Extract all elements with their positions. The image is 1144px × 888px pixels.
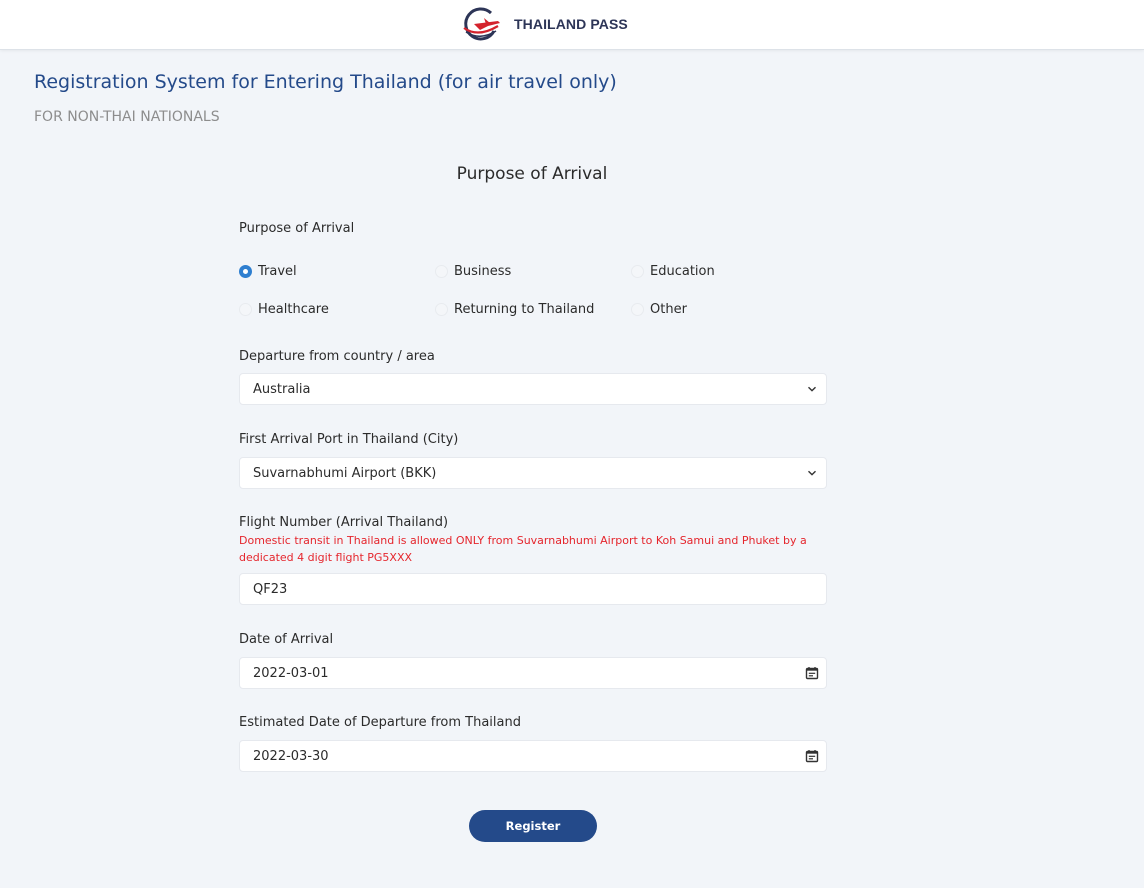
arrival-port-value: Suvarnabhumi Airport (BKK) bbox=[253, 465, 437, 481]
radio-unchecked-icon[interactable] bbox=[631, 265, 644, 278]
arrival-port-select[interactable]: Suvarnabhumi Airport (BKK) bbox=[239, 457, 827, 489]
section-title: Purpose of Arrival bbox=[456, 164, 608, 184]
departure-country-value: Australia bbox=[253, 381, 311, 397]
calendar-icon[interactable] bbox=[805, 749, 819, 763]
radio-unchecked-icon[interactable] bbox=[435, 265, 448, 278]
flight-number-value: QF23 bbox=[253, 581, 288, 597]
chevron-down-icon[interactable] bbox=[807, 386, 817, 392]
radio-returning-to-thailand[interactable]: Returning to Thailand bbox=[435, 302, 594, 317]
departure-country-select[interactable]: Australia bbox=[239, 373, 827, 405]
chevron-down-icon[interactable] bbox=[807, 470, 817, 476]
radio-other[interactable]: Other bbox=[631, 302, 687, 317]
flight-number-input[interactable]: QF23 bbox=[239, 573, 827, 605]
brand-name: THAILAND PASS bbox=[514, 16, 628, 32]
departure-date-label: Estimated Date of Departure from Thailan… bbox=[239, 715, 521, 730]
purpose-label: Purpose of Arrival bbox=[239, 221, 355, 236]
arrival-date-label: Date of Arrival bbox=[239, 632, 334, 647]
flight-number-warning: Domestic transit in Thailand is allowed … bbox=[239, 534, 807, 564]
radio-label: Business bbox=[454, 264, 512, 279]
brand-logo[interactable]: THAILAND PASS bbox=[458, 4, 628, 44]
page-title: Registration System for Entering Thailan… bbox=[34, 71, 617, 93]
radio-label: Travel bbox=[258, 264, 297, 279]
register-button[interactable]: Register bbox=[469, 810, 597, 842]
radio-unchecked-icon[interactable] bbox=[631, 303, 644, 316]
radio-education[interactable]: Education bbox=[631, 264, 715, 279]
radio-label: Returning to Thailand bbox=[454, 302, 595, 317]
departure-date-value: 2022-03-30 bbox=[253, 748, 329, 764]
radio-travel[interactable]: Travel bbox=[239, 264, 297, 279]
radio-label: Healthcare bbox=[258, 302, 329, 317]
thailand-pass-logo-icon bbox=[463, 7, 500, 41]
arrival-port-label: First Arrival Port in Thailand (City) bbox=[239, 432, 459, 447]
radio-checked-icon[interactable] bbox=[239, 265, 252, 278]
radio-label: Education bbox=[650, 264, 715, 279]
arrival-date-value: 2022-03-01 bbox=[253, 665, 329, 681]
radio-unchecked-icon[interactable] bbox=[435, 303, 448, 316]
radio-label: Other bbox=[650, 302, 687, 317]
departure-date-input[interactable]: 2022-03-30 bbox=[239, 740, 827, 772]
arrival-date-input[interactable]: 2022-03-01 bbox=[239, 657, 827, 689]
top-bar: THAILAND PASS bbox=[0, 0, 1144, 50]
page-subtitle: FOR NON-THAI NATIONALS bbox=[34, 109, 220, 125]
radio-business[interactable]: Business bbox=[435, 264, 511, 279]
flight-number-label: Flight Number (Arrival Thailand) bbox=[239, 515, 449, 530]
radio-unchecked-icon[interactable] bbox=[239, 303, 252, 316]
calendar-icon[interactable] bbox=[805, 666, 819, 680]
radio-healthcare[interactable]: Healthcare bbox=[239, 302, 329, 317]
departure-country-label: Departure from country / area bbox=[239, 349, 435, 364]
